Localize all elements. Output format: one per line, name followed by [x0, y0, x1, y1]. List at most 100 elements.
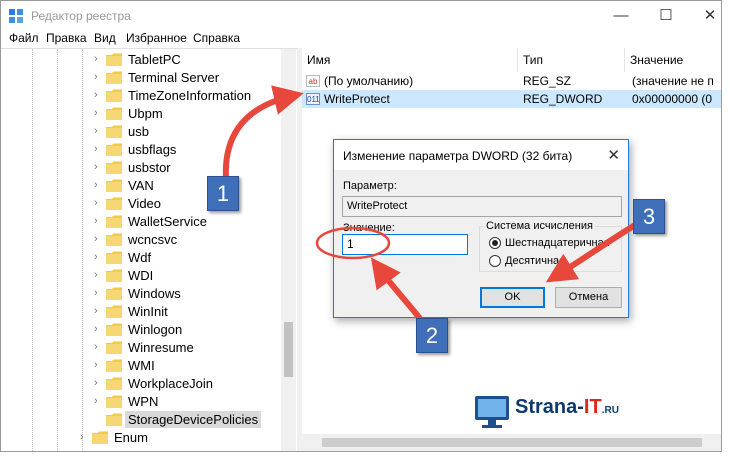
tree-guide-line — [32, 49, 33, 451]
tree-item[interactable]: › VAN — [94, 176, 154, 194]
column-header-name[interactable]: Имя — [302, 48, 518, 72]
tree-item[interactable]: › WalletService — [94, 212, 207, 230]
chevron-right-icon[interactable]: › — [94, 125, 106, 137]
chevron-right-icon[interactable]: › — [94, 179, 106, 191]
radio-decimal[interactable]: Десятичная — [489, 255, 565, 267]
tree-item[interactable]: › WorkplaceJoin — [94, 374, 213, 392]
chevron-right-icon[interactable]: › — [94, 359, 106, 371]
menu-view[interactable]: Вид — [94, 31, 116, 45]
chevron-right-icon[interactable]: › — [94, 395, 106, 407]
monitor-logo-icon — [475, 396, 509, 428]
value-data-input[interactable]: 1 — [342, 234, 468, 255]
chevron-right-icon[interactable]: › — [94, 143, 106, 155]
minimize-button[interactable]: — — [606, 5, 636, 27]
tree-item[interactable]: › TabletPC — [94, 50, 181, 68]
tree-item-label: Wdf — [128, 249, 152, 265]
step-badge-3: 3 — [633, 199, 665, 234]
tree-item-label: TimeZoneInformation — [128, 87, 252, 103]
tree-item[interactable]: › Video — [94, 194, 161, 212]
chevron-right-icon[interactable]: › — [94, 323, 106, 335]
tree-item[interactable]: › TimeZoneInformation — [94, 86, 251, 104]
number-base-label: Система исчисления — [484, 220, 595, 232]
chevron-right-icon[interactable]: › — [94, 287, 106, 299]
folder-icon — [106, 215, 122, 228]
dialog-title: Изменение параметра DWORD (32 бита) — [343, 149, 573, 163]
chevron-right-icon[interactable]: › — [94, 161, 106, 173]
tree-item-label: Windows — [128, 285, 181, 301]
radio-dec-label: Десятичная — [505, 255, 566, 267]
chevron-right-icon[interactable]: › — [94, 197, 106, 209]
value-type: REG_SZ — [523, 74, 572, 88]
tree-item-label: WMI — [128, 357, 155, 373]
chevron-right-icon[interactable]: › — [94, 233, 106, 245]
chevron-right-icon[interactable]: › — [80, 431, 92, 443]
tree-item-label: Terminal Server — [128, 69, 220, 85]
tree-item-label: usb — [128, 123, 149, 139]
tree-item[interactable]: › WMI — [94, 356, 155, 374]
chevron-right-icon[interactable]: › — [94, 305, 106, 317]
tree-item[interactable]: › WinInit — [94, 302, 168, 320]
folder-icon — [106, 233, 122, 246]
chevron-right-icon[interactable]: › — [94, 53, 106, 65]
value-label: Значение: — [343, 222, 395, 234]
tree-item-label: StorageDevicePolicies — [125, 410, 262, 428]
chevron-right-icon[interactable]: › — [94, 89, 106, 101]
tree-item-label: WPN — [128, 393, 159, 409]
close-button[interactable]: ✕ — [695, 5, 721, 27]
step-badge-2: 2 — [416, 318, 448, 353]
value-row-default[interactable]: ab (По умолчанию) REG_SZ (значение не п — [302, 72, 721, 90]
column-header-value[interactable]: Значение — [625, 48, 721, 72]
tree-item[interactable]: › Terminal Server — [94, 68, 219, 86]
tree-item[interactable]: › Ubpm — [94, 104, 163, 122]
folder-icon — [106, 377, 122, 390]
chevron-right-icon[interactable]: › — [94, 377, 106, 389]
tree-guide-line — [57, 49, 58, 451]
list-scroll-thumb[interactable] — [322, 438, 702, 447]
folder-icon — [106, 305, 122, 318]
tree-item[interactable]: › WDI — [94, 266, 153, 284]
value-row-writeprotect[interactable]: 011 WriteProtect REG_DWORD 0x00000000 (0 — [302, 90, 721, 108]
tree-item-label: usbflags — [128, 141, 177, 157]
tree-scrollbar[interactable] — [281, 49, 296, 451]
chevron-right-icon[interactable]: › — [94, 215, 106, 227]
radio-checked-icon — [489, 237, 501, 249]
tree-item[interactable]: › Wdf — [94, 248, 151, 266]
logo-text: Strana-IT.RU — [515, 396, 619, 418]
list-horizontal-scrollbar[interactable] — [302, 434, 721, 451]
tree-item-label: WDI — [128, 267, 154, 283]
radio-hexadecimal[interactable]: Шестнадцатеричная — [489, 237, 610, 249]
maximize-button[interactable]: ☐ — [651, 5, 681, 27]
tree-item[interactable]: › usbflags — [94, 140, 176, 158]
tree-item[interactable]: StorageDevicePolicies — [94, 410, 262, 428]
step-badge-1: 1 — [207, 176, 239, 211]
menu-file[interactable]: Файл — [9, 31, 39, 45]
tree-item[interactable]: › WPN — [94, 392, 158, 410]
chevron-right-icon[interactable]: › — [94, 251, 106, 263]
value-name: (По умолчанию) — [324, 74, 414, 88]
chevron-right-icon[interactable]: › — [94, 107, 106, 119]
param-name-field: WriteProtect — [342, 196, 622, 217]
folder-icon — [92, 431, 108, 444]
ok-button[interactable]: OK — [480, 287, 545, 308]
chevron-right-icon[interactable]: › — [94, 341, 106, 353]
menu-help[interactable]: Справка — [193, 31, 240, 45]
folder-icon — [106, 341, 122, 354]
column-header-type[interactable]: Тип — [518, 48, 625, 72]
menu-favorites[interactable]: Избранное — [126, 31, 187, 45]
tree-item[interactable]: › Enum — [80, 428, 148, 446]
tree-item[interactable]: › usbstor — [94, 158, 171, 176]
chevron-right-icon[interactable]: › — [94, 71, 106, 83]
string-value-icon: ab — [306, 75, 320, 87]
dialog-close-icon[interactable]: ✕ — [607, 146, 620, 164]
tree-item[interactable]: › Winresume — [94, 338, 194, 356]
tree-item[interactable]: › wcncsvc — [94, 230, 177, 248]
cancel-button[interactable]: Отмена — [555, 287, 622, 308]
menu-edit[interactable]: Правка — [46, 31, 87, 45]
chevron-right-icon[interactable]: › — [94, 269, 106, 281]
radio-hex-label: Шестнадцатеричная — [505, 237, 610, 249]
tree-item[interactable]: › usb — [94, 122, 149, 140]
tree-item[interactable]: › Winlogon — [94, 320, 182, 338]
tree-item[interactable]: › Windows — [94, 284, 181, 302]
tree-scroll-thumb[interactable] — [284, 322, 293, 377]
folder-icon — [106, 53, 122, 66]
